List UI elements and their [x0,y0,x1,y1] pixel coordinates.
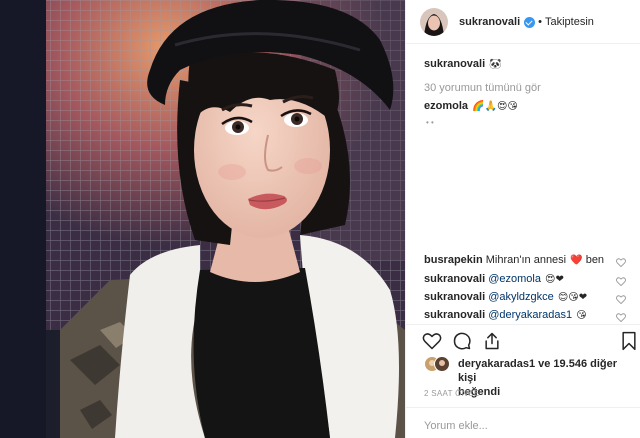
comment-icon[interactable] [452,331,472,351]
comment-username[interactable]: sukranovali [424,273,485,285]
post-timestamp[interactable]: 2 SAAT ÖNCE [424,389,479,398]
comment-username[interactable]: busrapekin [424,254,483,266]
liker-username[interactable]: deryakaradas1 [458,358,535,370]
avatar[interactable] [420,7,448,36]
comment-username[interactable]: sukranovali [424,291,485,303]
header-username[interactable]: sukranovali [459,16,520,28]
like-comment-heart-icon[interactable] [616,277,626,286]
view-all-comments-link[interactable]: 30 yorumun tümünü gör [424,82,541,94]
add-comment-box[interactable]: Yorum ekle... [406,407,640,438]
likes-text: deryakaradas1 ve 19.546 diğer kişi beğen… [458,357,634,399]
comment-ellipsis: • • [426,118,434,127]
like-comment-heart-icon[interactable] [616,258,626,267]
comment-mention[interactable]: @ezomola [488,273,541,285]
comment-mention[interactable]: @akyldzgkce [488,291,554,303]
comment-emoji: 🌈🙏😍😘 [472,101,518,112]
comment-item: ezomola 🌈🙏😍😘 [424,100,518,112]
comment-username[interactable]: sukranovali [424,309,485,321]
heart-emoji: ❤️ [570,255,583,266]
comment-text: Mihran'ın annesi [485,254,567,266]
post-caption: sukranovali 🐼 [424,58,502,70]
liker-avatars [424,356,450,372]
bookmark-icon[interactable] [619,331,639,351]
heart-icon[interactable] [422,331,442,351]
post-action-bar [406,324,640,354]
comment-item: sukranovali @ezomola 😍❤ [424,273,564,285]
follow-status[interactable]: Takiptesin [545,16,594,28]
header-separator: • [538,15,542,28]
post-header: sukranovali • Takiptesin [406,0,640,44]
post-photo[interactable] [0,0,405,438]
comment-item: busrapekin Mihran'ın annesi ❤️ ben [424,254,604,266]
like-comment-heart-icon[interactable] [616,295,626,304]
post-side-panel: sukranovali • Takiptesin sukranovali 🐼 3… [405,0,640,438]
photo-illustration [0,0,405,438]
comment-text-after: ben [582,254,605,266]
comment-emoji: 😊😘❤ [557,292,588,303]
comment-item: sukranovali @akyldzgkce 😊😘❤ [424,291,587,303]
comment-emoji: 😘 [576,310,587,321]
caption-emoji: 🐼 [489,59,502,70]
comment-mention[interactable]: @deryakaradas1 [488,309,572,321]
comment-emoji: 😍❤ [545,274,564,285]
comment-item: sukranovali @deryakaradas1 😘 [424,309,587,321]
caption-username[interactable]: sukranovali [424,58,485,70]
add-comment-input[interactable]: Yorum ekle... [424,420,488,432]
comment-username[interactable]: ezomola [424,100,468,112]
share-icon[interactable] [482,331,502,351]
like-comment-heart-icon[interactable] [616,313,626,322]
verified-badge-icon [524,17,536,28]
